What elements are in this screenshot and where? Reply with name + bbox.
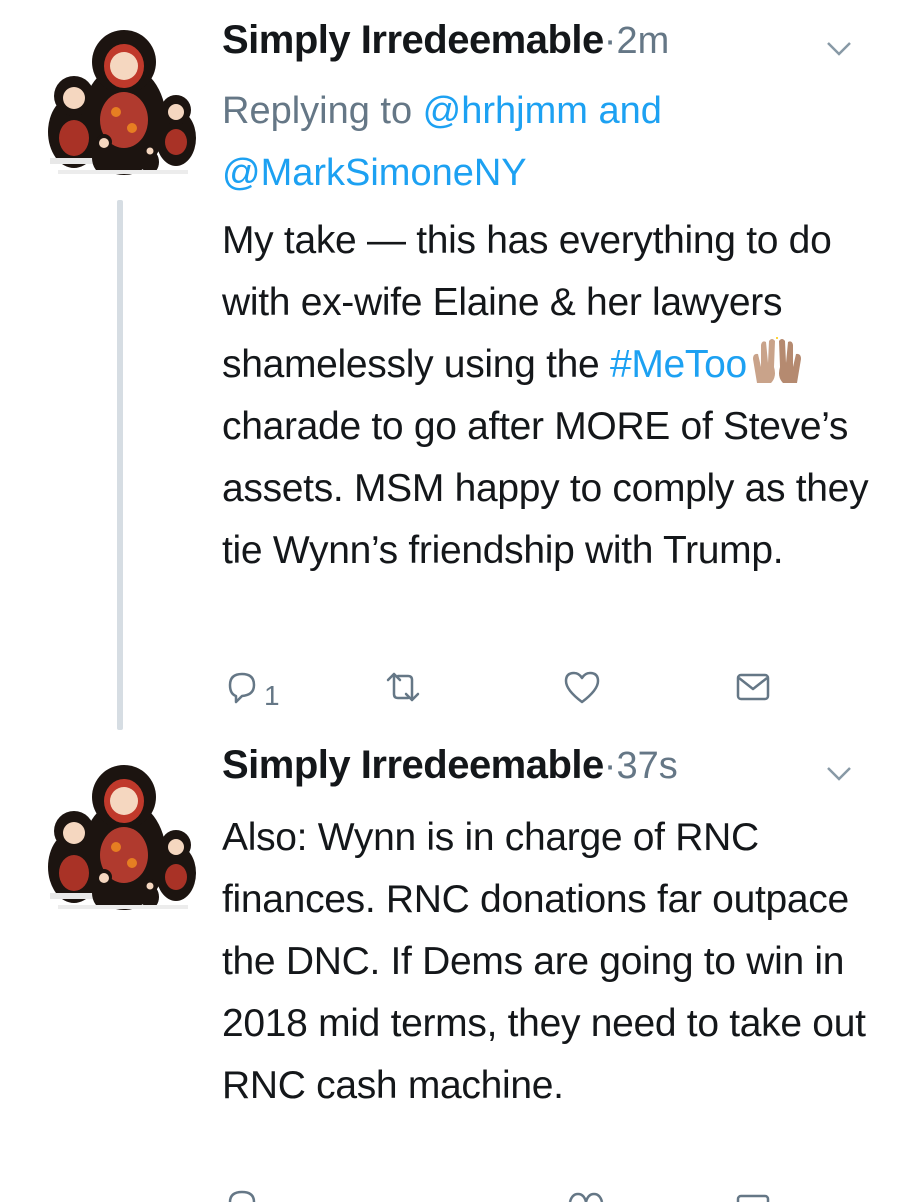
tweet-text-part: charade to go after MORE of Steve’s asse…: [222, 405, 869, 572]
tweet: Simply Irredeemable·37s Also: Wynn is in…: [0, 735, 901, 1202]
tweet-text: Also: Wynn is in charge of RNC finances.…: [222, 816, 866, 1107]
timestamp[interactable]: 37s: [616, 745, 677, 787]
retweet-icon: [386, 672, 420, 702]
tweet-content: Simply Irredeemable·37s Also: Wynn is in…: [222, 743, 881, 1117]
reply-button[interactable]: 1: [222, 668, 280, 711]
nesting-dolls-avatar-image: [48, 765, 196, 910]
nesting-dolls-avatar-image: [48, 30, 196, 175]
timestamp[interactable]: 2m: [616, 20, 669, 62]
tweet: Simply Irredeemable·2m Replying to @hrhj…: [0, 0, 901, 735]
tweet-actions: 1: [222, 660, 782, 720]
tweet-text: My take — this has everything to do with…: [222, 210, 881, 582]
hashtag-link[interactable]: #MeToo: [610, 343, 747, 386]
reply-count: 1: [264, 680, 280, 711]
chevron-down-icon[interactable]: [825, 40, 853, 58]
like-button[interactable]: [562, 668, 602, 706]
raised-hands-emoji-icon: [752, 337, 801, 383]
separator-dot: ·: [603, 20, 617, 62]
replying-to: Replying to @hrhjmm and @MarkSimoneNY: [222, 80, 881, 204]
author-name[interactable]: Simply Irredeemable: [222, 18, 604, 62]
tweet-header: Simply Irredeemable·37s: [222, 743, 881, 805]
separator-dot: ·: [603, 745, 617, 787]
reply-icon: [228, 672, 256, 704]
reply-handle-link[interactable]: @MarkSimoneNY: [222, 152, 527, 194]
reply-handle-link[interactable]: @hrhjmm: [423, 90, 588, 132]
thread-line: [117, 200, 123, 730]
avatar[interactable]: [38, 20, 200, 182]
tweet-header: Simply Irredeemable·2m: [222, 18, 881, 80]
avatar[interactable]: [38, 755, 200, 917]
envelope-icon: [736, 673, 770, 701]
author-name[interactable]: Simply Irredeemable: [222, 743, 604, 787]
chevron-down-icon[interactable]: [825, 765, 853, 783]
retweet-button[interactable]: [382, 668, 424, 706]
tweet-content: Simply Irredeemable·2m Replying to @hrhj…: [222, 18, 881, 582]
direct-message-button[interactable]: [734, 668, 772, 706]
reply-and-text: and: [587, 90, 662, 132]
replying-to-label: Replying to: [222, 90, 423, 132]
heart-icon: [564, 671, 600, 704]
